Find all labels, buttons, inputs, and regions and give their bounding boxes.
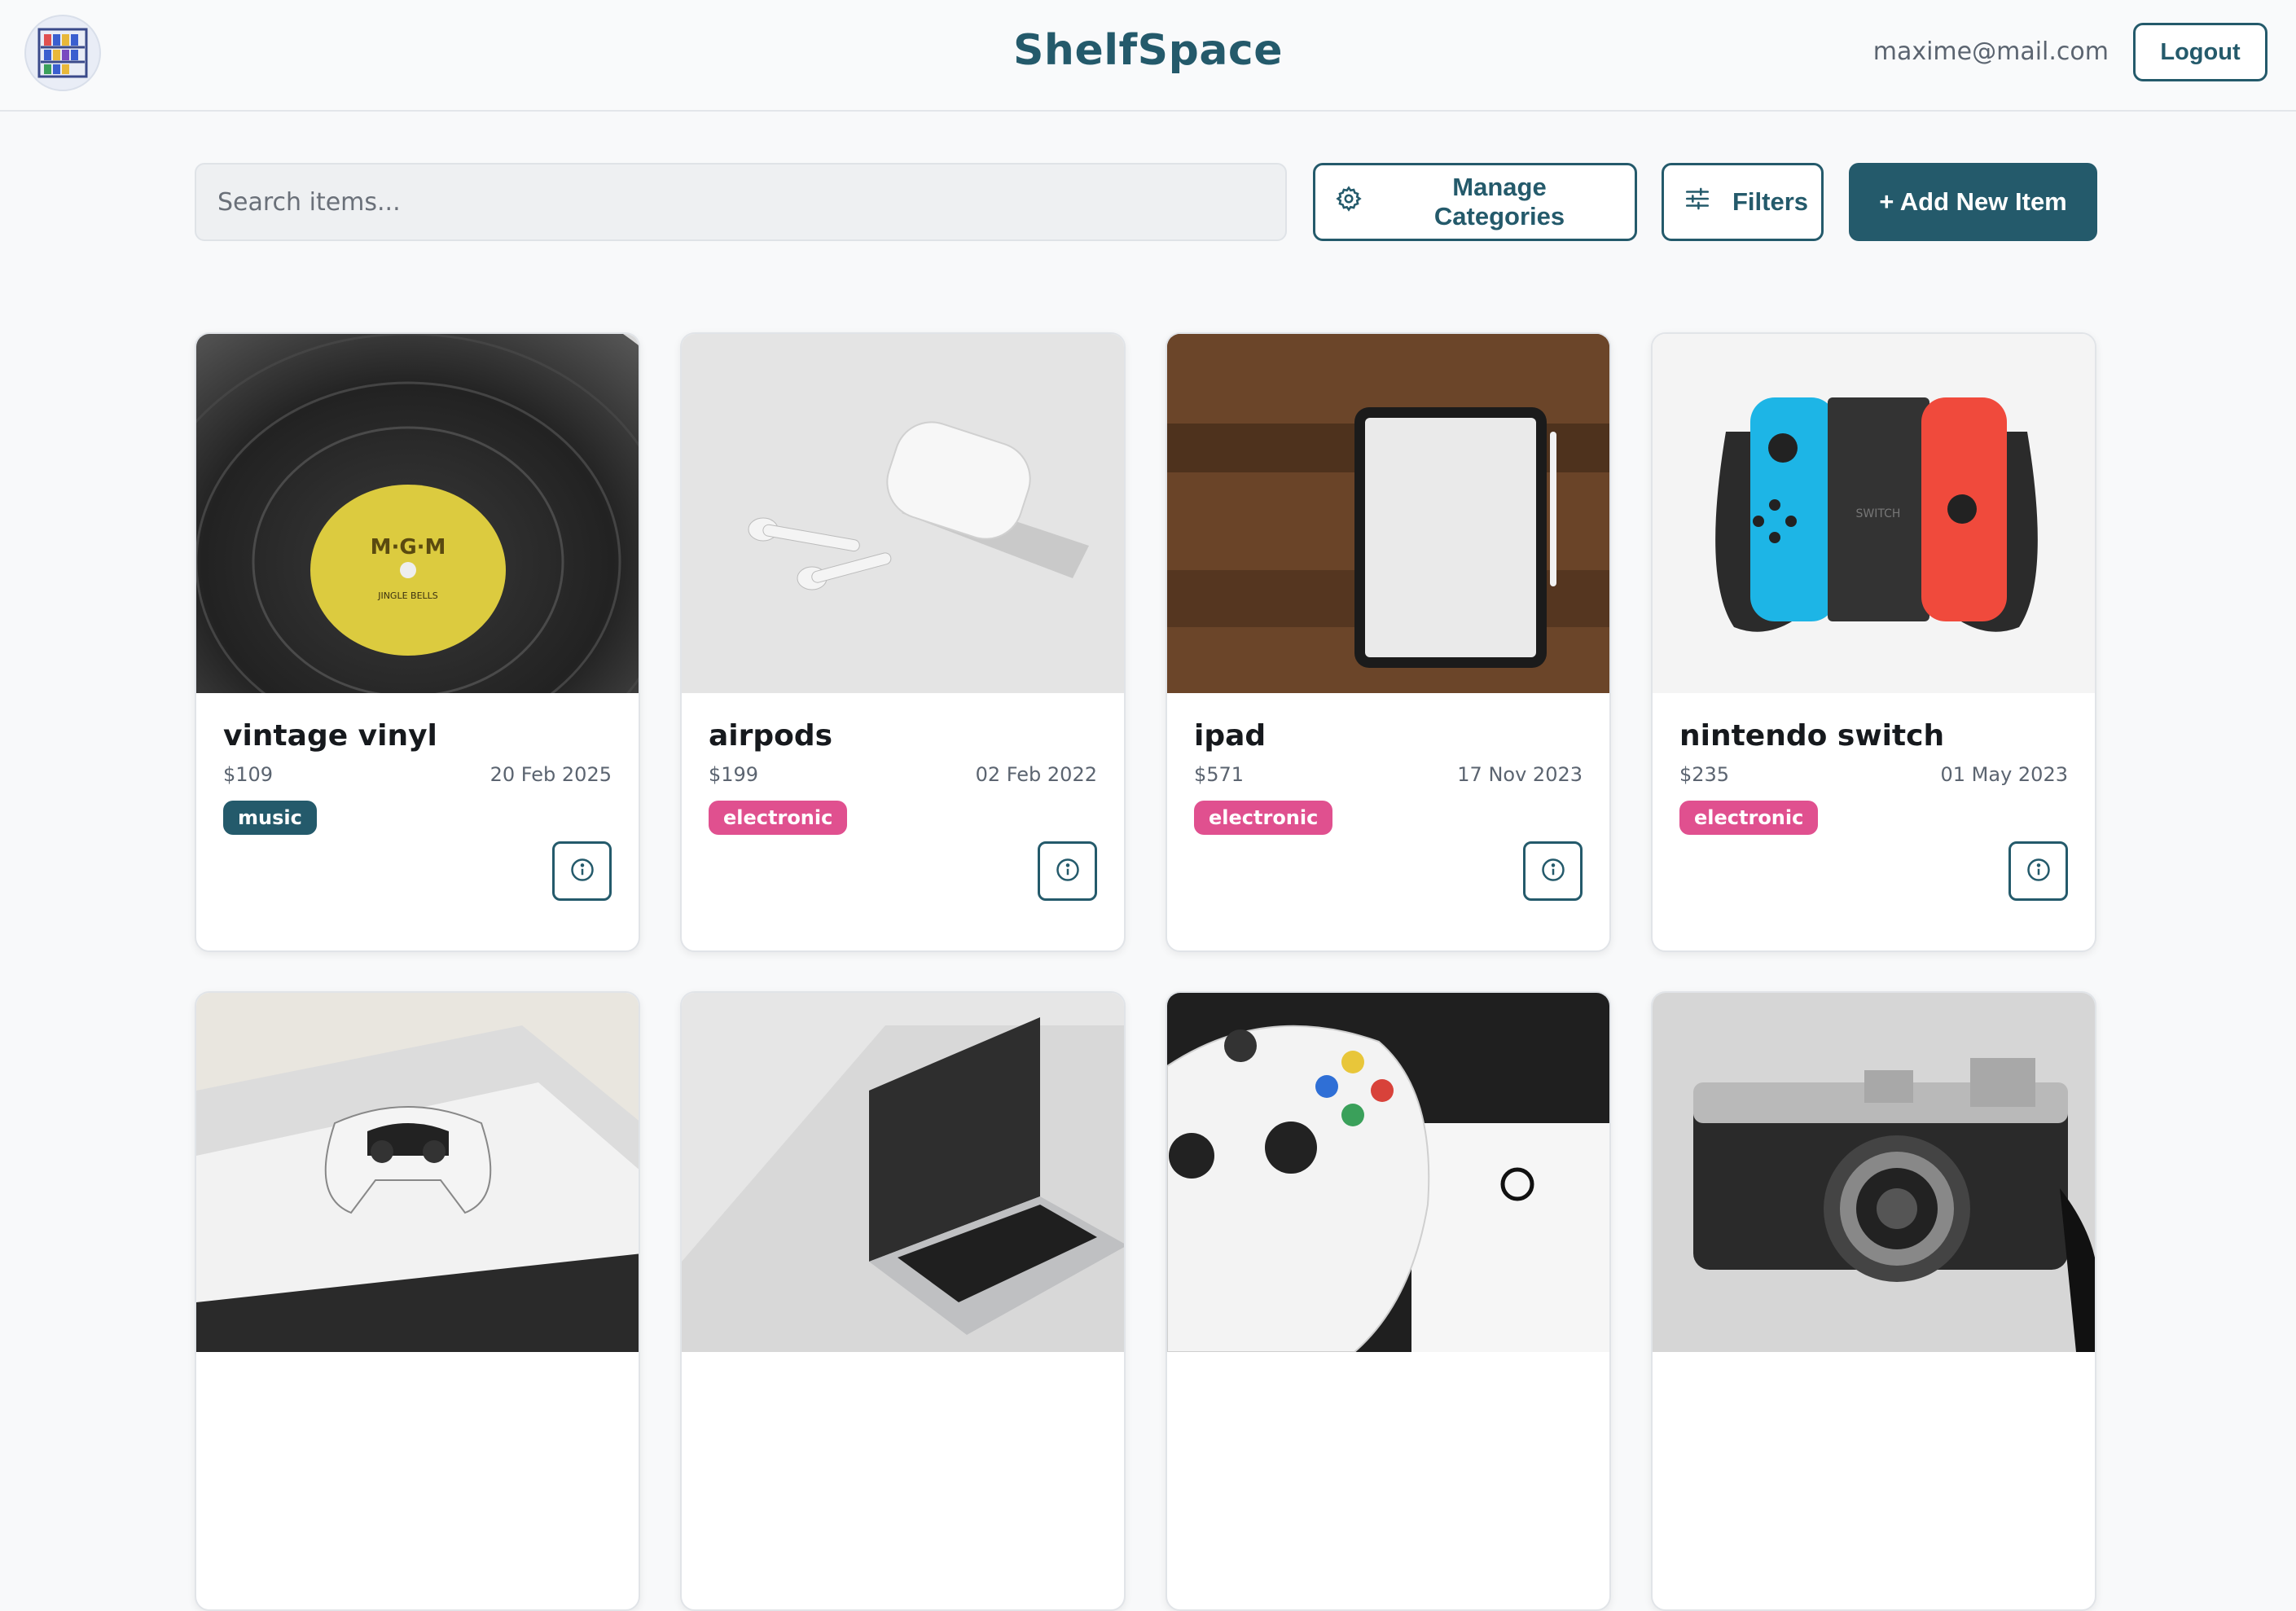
item-date: 17 Nov 2023	[1457, 763, 1583, 786]
item-date: 20 Feb 2025	[489, 763, 612, 786]
category-tag: electronic	[1194, 801, 1333, 835]
gear-icon	[1335, 185, 1363, 219]
info-button[interactable]	[2008, 841, 2068, 901]
info-icon	[1056, 858, 1080, 885]
svg-text:SWITCH: SWITCH	[1856, 507, 1901, 520]
item-price: $571	[1194, 763, 1245, 786]
manage-categories-label: Manage Categories	[1433, 173, 1565, 230]
item-name: nintendo switch	[1679, 719, 1945, 753]
item-image-earbuds	[682, 334, 1124, 693]
item-card[interactable]: airpods $199 02 Feb 2022 electronic	[680, 332, 1126, 952]
item-price: $109	[223, 763, 274, 786]
item-name: vintage vinyl	[223, 719, 437, 753]
item-image-laptop	[682, 993, 1124, 1352]
filters-button[interactable]: Filters	[1662, 163, 1824, 241]
add-new-item-button[interactable]: + Add New Item	[1849, 163, 2097, 241]
item-image-vinyl: M·G·M JINGLE BELLS	[196, 334, 639, 693]
filters-label: Filters	[1732, 187, 1809, 216]
category-tag: electronic	[709, 801, 848, 835]
search-input[interactable]	[195, 163, 1287, 241]
info-button[interactable]	[1523, 841, 1583, 901]
item-card[interactable]	[680, 991, 1126, 1611]
item-card[interactable]	[1166, 991, 1611, 1611]
info-icon	[1541, 858, 1565, 885]
info-icon	[570, 858, 595, 885]
info-icon	[2026, 858, 2051, 885]
item-image-game-console: SWITCH	[1653, 334, 2095, 693]
item-date: 02 Feb 2022	[975, 763, 1097, 786]
category-tag: electronic	[1679, 801, 1819, 835]
app-header: ShelfSpace maxime@mail.com Logout	[0, 0, 2296, 112]
item-image-camera	[1653, 993, 2095, 1352]
item-card[interactable]	[195, 991, 640, 1611]
item-name: ipad	[1194, 719, 1267, 753]
item-card[interactable]: M·G·M JINGLE BELLS vintage vinyl $109 20…	[195, 332, 640, 952]
logout-button[interactable]: Logout	[2133, 23, 2267, 81]
item-price: $199	[709, 763, 759, 786]
item-image-xbox-controller	[1167, 993, 1609, 1352]
item-name: airpods	[709, 719, 833, 753]
item-card[interactable]	[1651, 991, 2096, 1611]
category-tag: music	[223, 801, 317, 835]
sliders-icon	[1684, 185, 1711, 219]
items-grid: M·G·M JINGLE BELLS vintage vinyl $109 20…	[195, 332, 2096, 1611]
user-email: maxime@mail.com	[1872, 37, 2109, 66]
svg-text:JINGLE BELLS: JINGLE BELLS	[377, 590, 438, 601]
item-image-playstation-console	[196, 993, 639, 1352]
info-button[interactable]	[552, 841, 612, 901]
item-card[interactable]: SWITCH nintendo switch $235 01 May 2023 …	[1651, 332, 2096, 952]
item-image-tablet	[1167, 334, 1609, 693]
item-date: 01 May 2023	[1940, 763, 2069, 786]
manage-categories-button[interactable]: Manage Categories	[1313, 163, 1637, 241]
item-price: $235	[1679, 763, 1730, 786]
info-button[interactable]	[1038, 841, 1097, 901]
item-card[interactable]: ipad $571 17 Nov 2023 electronic	[1166, 332, 1611, 952]
svg-text:M·G·M: M·G·M	[371, 535, 446, 560]
